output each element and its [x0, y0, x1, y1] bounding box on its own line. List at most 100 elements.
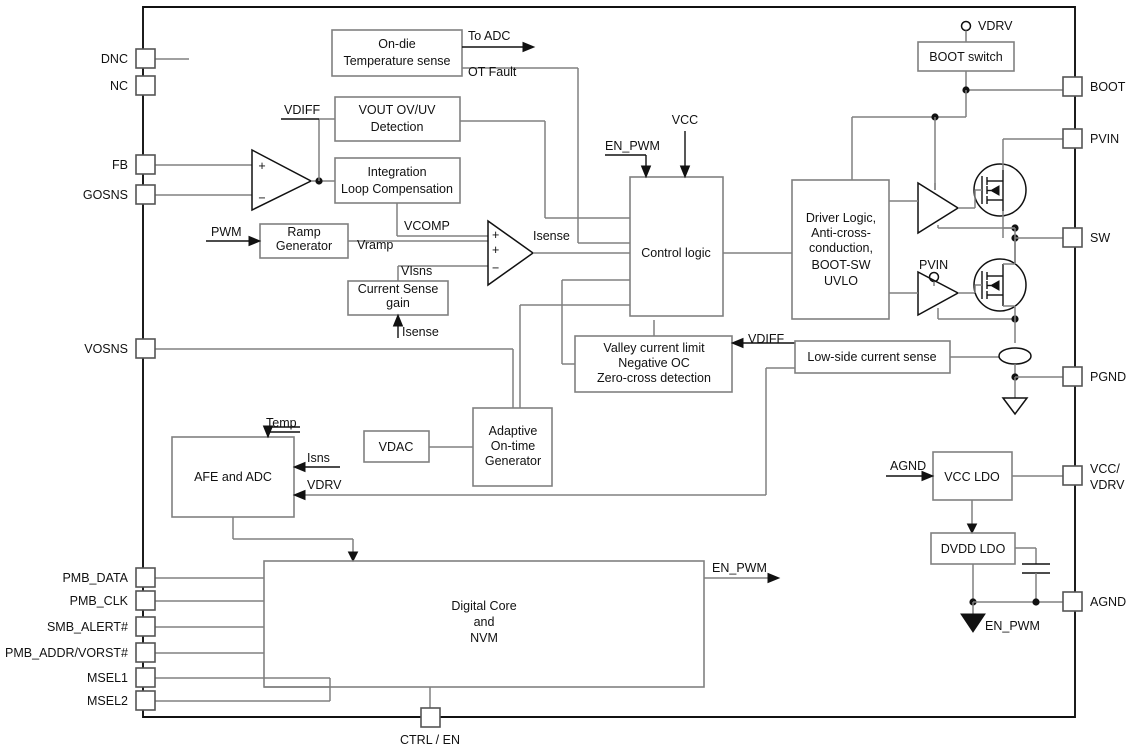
en-pwm-out-label: EN_PWM — [712, 561, 767, 575]
block-current-sense-gain: Current Sense gain VIsns Isense — [347, 264, 488, 339]
pin-label-agnd: AGND — [1090, 595, 1126, 609]
pin-label-msel2: MSEL2 — [87, 694, 128, 708]
pin-agnd[interactable]: AGND — [1062, 591, 1126, 612]
valley-line-2: Zero-cross detection — [597, 371, 711, 385]
block-vdac: VDAC — [363, 430, 473, 463]
pin-label-pmb-data: PMB_DATA — [62, 571, 128, 585]
pin-smb-alert[interactable]: SMB_ALERT# — [47, 616, 156, 637]
agnd-symbol-label: EN_PWM — [985, 619, 1040, 633]
isns-into-afe: VDRV — [292, 478, 342, 501]
ot-fault-label: OT Fault — [468, 65, 517, 79]
pin-pmb-clk[interactable]: PMB_CLK — [70, 590, 156, 611]
current-sense-element — [998, 306, 1063, 416]
vcc-ldo-label: VCC LDO — [944, 470, 1000, 484]
pin-gosns[interactable]: GOSNS — [83, 184, 156, 205]
ramp-line-1: Generator — [276, 239, 332, 253]
cs-gain-line-0: Current Sense — [358, 282, 439, 296]
pin-label-gosns: GOSNS — [83, 188, 128, 202]
pin-label-ctrl-en: CTRL / EN — [400, 733, 460, 747]
dvdd-ldo-label: DVDD LDO — [941, 542, 1006, 556]
pin-label-pgnd: PGND — [1090, 370, 1126, 384]
pin-pmb-data[interactable]: PMB_DATA — [62, 567, 156, 588]
high-side-mosfet — [973, 138, 1063, 238]
pin-vcc-vdrv[interactable]: VCC/ VDRV — [1062, 462, 1125, 492]
afe-adc-label: AFE and ADC — [194, 470, 272, 484]
pin-vosns[interactable]: VOSNS — [84, 338, 156, 359]
pin-fb[interactable]: FB — [112, 154, 156, 175]
high-side-driver — [889, 181, 975, 235]
isense-cs-label: Isense — [402, 325, 439, 339]
pin-label-boot: BOOT — [1090, 80, 1126, 94]
pwm-in-label: PWM — [211, 225, 242, 239]
pin-label-dnc: DNC — [101, 52, 128, 66]
pwm-comparator: + + − Isense — [487, 219, 630, 287]
control-logic-label: Control logic — [641, 246, 710, 260]
block-dvdd-ldo: DVDD LDO EN_PWM — [930, 532, 1063, 633]
isns-afe-label: VDRV — [307, 478, 342, 492]
pwm-out-label: Isense — [533, 229, 570, 243]
ramp-line-0: Ramp — [287, 225, 320, 239]
pin-msel1[interactable]: MSEL1 — [87, 667, 156, 688]
valley-line-1: Negative OC — [618, 356, 690, 370]
pin-label-nc: NC — [110, 79, 128, 93]
pin-label-pmb-addr: PMB_ADDR/VORST# — [5, 646, 128, 660]
digital-core-line-2: NVM — [470, 631, 498, 645]
block-vcc-ldo: VCC LDO AGND — [886, 451, 1063, 535]
enpwm-into-control: EN_PWM — [605, 139, 660, 179]
driver-line-4: UVLO — [824, 274, 858, 288]
vdiff-label-top: VDIFF — [281, 103, 320, 120]
vcc-label: VCC — [672, 113, 698, 127]
block-temp-sense: On-die Temperature sense — [331, 29, 463, 77]
block-adaptive-ontime: Adaptive On-time Generator — [472, 407, 553, 487]
pin-pvin[interactable]: PVIN — [1062, 128, 1119, 149]
temp-sense-line-0: On-die — [378, 37, 416, 51]
pin-nc[interactable]: NC — [110, 75, 156, 96]
pin-pmb-addr[interactable]: PMB_ADDR/VORST# — [5, 642, 156, 663]
adaptive-line-0: Adaptive — [489, 424, 538, 438]
pin-boot[interactable]: BOOT — [1062, 76, 1126, 97]
adaptive-line-1: On-time — [491, 439, 536, 453]
pin-dnc[interactable]: DNC — [101, 48, 156, 69]
boot-switch-label: BOOT switch — [929, 50, 1002, 64]
pin-label-pvin: PVIN — [1090, 132, 1119, 146]
valley-line-0: Valley current limit — [603, 341, 705, 355]
block-afe-adc: AFE and ADC Temp — [171, 416, 300, 518]
integration-line-0: Integration — [367, 165, 426, 179]
svg-text:+: + — [258, 159, 265, 173]
to-adc-arrow: To ADC — [462, 29, 536, 53]
sw-node — [938, 224, 1063, 264]
block-digital-core: Digital Core and NVM EN_PWM — [263, 560, 781, 712]
low-side-mosfet — [973, 240, 1027, 312]
svg-text:+: + — [492, 228, 499, 242]
en-pwm-ctrl-label: EN_PWM — [605, 139, 660, 153]
block-driver-logic: Driver Logic, Anti-cross- conduction, BO… — [791, 116, 935, 320]
svg-text:−: − — [258, 191, 265, 205]
pin-label-pmb-clk: PMB_CLK — [70, 594, 129, 608]
vdiff-top-label: VDIFF — [284, 103, 320, 117]
vdrv-ls-label: PVIN — [919, 258, 948, 272]
ovuv-line-1: Detection — [371, 120, 424, 134]
driver-line-2: conduction, — [809, 241, 873, 255]
driver-line-0: Driver Logic, — [806, 211, 876, 225]
driver-line-3: BOOT-SW — [811, 258, 870, 272]
lowside-cs-label: Low-side current sense — [807, 350, 936, 364]
integration-line-1: Loop Compensation — [341, 182, 453, 196]
pin-label-vcc: VCC/ — [1090, 462, 1120, 476]
block-integration-loop: Integration Loop Compensation VCOMP — [334, 157, 488, 237]
pin-label-vdrv: VDRV — [1090, 478, 1125, 492]
dvdd-capacitor — [1015, 547, 1050, 606]
block-control-logic: Control logic — [629, 176, 724, 317]
block-boot-switch: BOOT switch VDRV — [917, 19, 1063, 190]
pin-sw[interactable]: SW — [1062, 227, 1110, 248]
temp-afe-label: Isns — [307, 451, 330, 465]
vdrv-boot-label: VDRV — [978, 19, 1013, 33]
driver-line-1: Anti-cross- — [811, 226, 871, 240]
pin-msel2[interactable]: MSEL2 — [87, 690, 156, 711]
vdac-label: VDAC — [379, 440, 414, 454]
vcomp-label: VCOMP — [404, 219, 450, 233]
pin-ctrl-en[interactable]: CTRL / EN — [400, 707, 460, 747]
pvin-ldo-label: AGND — [890, 459, 926, 473]
pin-pgnd[interactable]: PGND — [1062, 366, 1126, 387]
pin-label-msel1: MSEL1 — [87, 671, 128, 685]
error-amplifier: + − — [251, 118, 335, 212]
